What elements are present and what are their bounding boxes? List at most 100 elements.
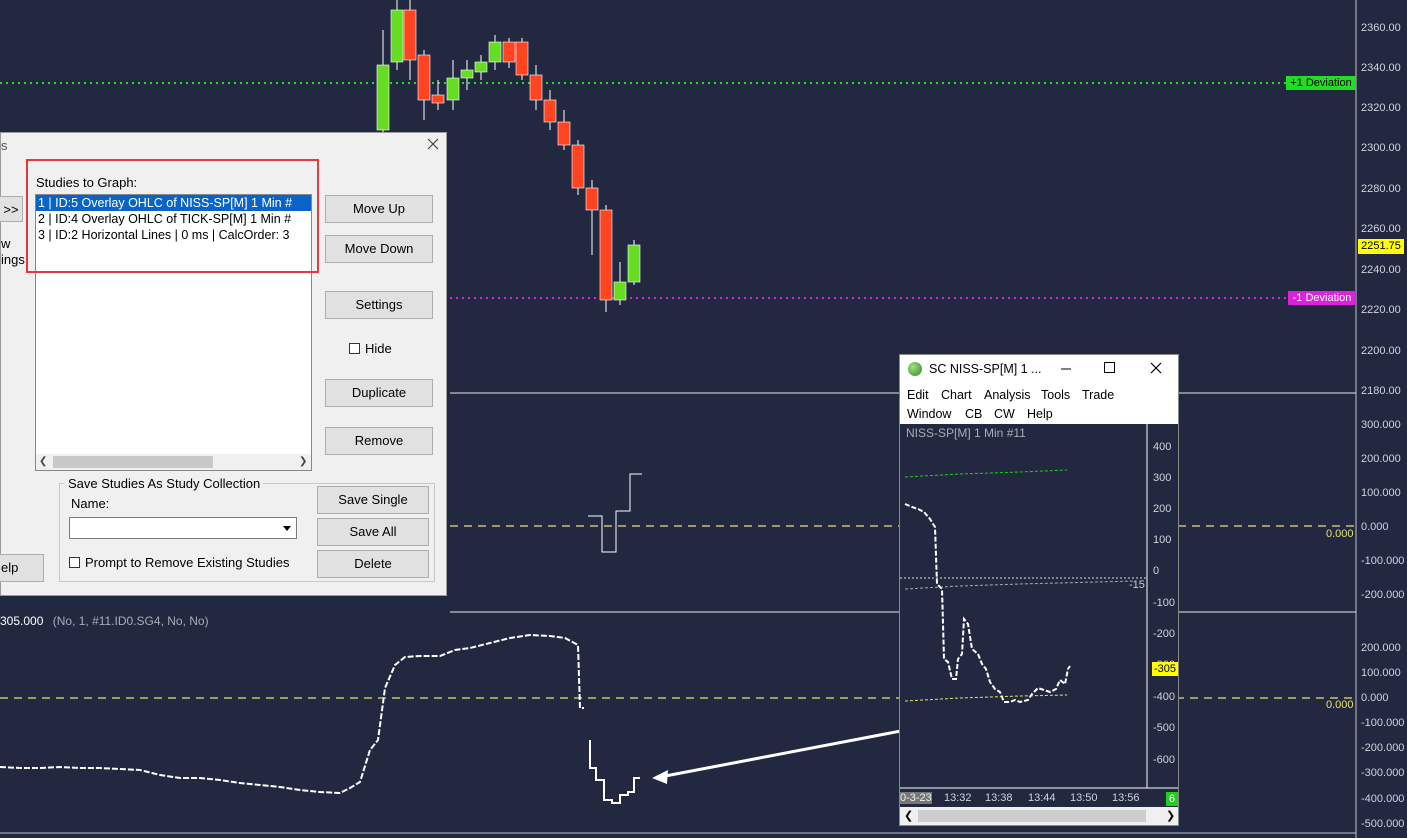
- candle-body: [376, 64, 390, 131]
- menu-help[interactable]: Help: [1027, 407, 1053, 421]
- scroll-thumb[interactable]: [918, 810, 1146, 822]
- mini-axis-label: -200: [1153, 628, 1175, 640]
- collection-group-label: Save Studies As Study Collection: [65, 476, 264, 491]
- candle-body: [390, 9, 404, 63]
- current-price-badge: 2251.75: [1358, 239, 1404, 254]
- plus-deviation-label: +1 Deviation: [1286, 76, 1356, 90]
- price-tick-label: 2240.00: [1361, 264, 1401, 276]
- tick-axis-label: -200.000: [1361, 589, 1405, 601]
- mini-time-label: 13:44: [1028, 792, 1056, 804]
- remove-button[interactable]: Remove: [325, 427, 433, 455]
- niss-zero-label: 0.000: [1326, 699, 1354, 711]
- minus-deviation-label: -1 Deviation: [1288, 291, 1356, 305]
- save-all-button[interactable]: Save All: [317, 518, 429, 546]
- price-tick-label: 2200.00: [1361, 345, 1401, 357]
- minimize-icon[interactable]: [1060, 361, 1072, 375]
- mini-axis-label: -100: [1153, 597, 1175, 609]
- candle-body: [502, 41, 516, 63]
- mini-chart-window: SC NISS-SP[M] 1 ... Edit Chart Analysis …: [899, 354, 1179, 826]
- menu-cw[interactable]: CW: [994, 407, 1015, 421]
- candle-body: [613, 281, 627, 301]
- close-icon[interactable]: [425, 136, 441, 152]
- candle-body: [446, 77, 460, 101]
- candle-body: [585, 187, 599, 211]
- candle-body: [460, 69, 474, 79]
- scroll-left-icon[interactable]: ❮: [904, 809, 913, 822]
- mini-time-label: 13:38: [985, 792, 1013, 804]
- globe-icon: [908, 362, 922, 376]
- price-tick-label: 2360.00: [1361, 22, 1401, 34]
- niss-axis-label: -500.000: [1361, 818, 1405, 830]
- candle-body: [571, 144, 585, 189]
- chevron-down-icon[interactable]: [279, 519, 295, 537]
- candle-body: [403, 9, 417, 61]
- minus15-marker: -15: [1129, 579, 1145, 591]
- mini-chart[interactable]: 4003002001000-100-200-300-400-500-600: [900, 424, 1178, 807]
- tick-series: [588, 473, 642, 553]
- list-scrollbar[interactable]: ❮ ❯: [36, 454, 311, 470]
- tick-axis-label: 300.000: [1361, 419, 1401, 431]
- menu-chart[interactable]: Chart: [941, 388, 972, 402]
- mini-axis-label: -600: [1153, 754, 1175, 766]
- scroll-left-icon[interactable]: ❮: [39, 456, 47, 467]
- mini-time-label: 13:50: [1070, 792, 1098, 804]
- menu-tools[interactable]: Tools: [1041, 388, 1070, 402]
- niss-value: 305.000: [0, 614, 44, 628]
- price-tick-label: 2220.00: [1361, 304, 1401, 316]
- mini-window-title: SC NISS-SP[M] 1 ...: [929, 362, 1042, 376]
- price-tick-label: 2280.00: [1361, 183, 1401, 195]
- maximize-icon[interactable]: [1104, 362, 1116, 374]
- mini-chart-label: NISS-SP[M] 1 Min #11: [906, 426, 1026, 440]
- highlight-box: [26, 159, 319, 273]
- prompt-checkbox[interactable]: Prompt to Remove Existing Studies: [69, 555, 289, 570]
- menu-cb[interactable]: CB: [965, 407, 982, 421]
- mini-scrollbar[interactable]: ❮ ❯: [900, 807, 1178, 825]
- scroll-right-icon[interactable]: ❯: [1166, 809, 1175, 822]
- mini-time-label: 13:32: [944, 792, 972, 804]
- tick-axis-label: 200.000: [1361, 453, 1401, 465]
- mini-axis-label: -400: [1153, 691, 1175, 703]
- move-down-button[interactable]: Move Down: [325, 235, 433, 263]
- menu-edit[interactable]: Edit: [907, 388, 929, 402]
- mini-axis-label: 100: [1153, 534, 1171, 546]
- hide-label: Hide: [365, 341, 392, 356]
- hide-checkbox[interactable]: Hide: [349, 341, 392, 356]
- settings-button[interactable]: Settings: [325, 291, 433, 319]
- candle-body: [557, 121, 571, 146]
- mini-value-badge: -305: [1152, 662, 1178, 676]
- tick-axis-label: 100.000: [1361, 487, 1401, 499]
- name-combobox[interactable]: [69, 517, 297, 539]
- prompt-checkbox-box[interactable]: [69, 557, 80, 568]
- scroll-thumb[interactable]: [53, 456, 213, 468]
- mini-axis-label: -500: [1153, 722, 1175, 734]
- niss-axis-label: 0.000: [1361, 692, 1389, 704]
- mini-time-label: 0-3-23: [900, 792, 932, 804]
- candle-body: [627, 244, 641, 283]
- niss-axis-label: 200.000: [1361, 642, 1401, 654]
- left-cut-text-1: w: [1, 236, 11, 251]
- duplicate-button[interactable]: Duplicate: [325, 379, 433, 407]
- niss-panel-header: 305.000 (No, 1, #11.ID0.SG4, No, No): [0, 614, 209, 628]
- menu-analysis[interactable]: Analysis: [984, 388, 1031, 402]
- mini-axis-label: 0: [1153, 565, 1159, 577]
- dialog-title: s: [1, 138, 8, 153]
- tick-axis-label: 0.000: [1361, 521, 1389, 533]
- mini-green-badge: 6: [1166, 792, 1178, 806]
- close-icon[interactable]: [1150, 362, 1162, 374]
- menu-window[interactable]: Window: [907, 407, 951, 421]
- delete-button[interactable]: Delete: [317, 550, 429, 578]
- menu-trade[interactable]: Trade: [1082, 388, 1114, 402]
- candle-body: [543, 99, 557, 123]
- move-up-button[interactable]: Move Up: [325, 195, 433, 223]
- candle-body: [599, 209, 613, 301]
- add-study-button[interactable]: >>: [0, 196, 23, 222]
- niss-axis-label: 100.000: [1361, 667, 1401, 679]
- help-button[interactable]: elp: [0, 554, 44, 582]
- tick-axis-label: -100.000: [1361, 555, 1405, 567]
- price-tick-label: 2300.00: [1361, 142, 1401, 154]
- mini-axis-label: 300: [1153, 472, 1171, 484]
- save-single-button[interactable]: Save Single: [317, 486, 429, 514]
- candle-body: [431, 94, 445, 104]
- hide-checkbox-box[interactable]: [349, 343, 360, 354]
- scroll-right-icon[interactable]: ❯: [299, 456, 307, 467]
